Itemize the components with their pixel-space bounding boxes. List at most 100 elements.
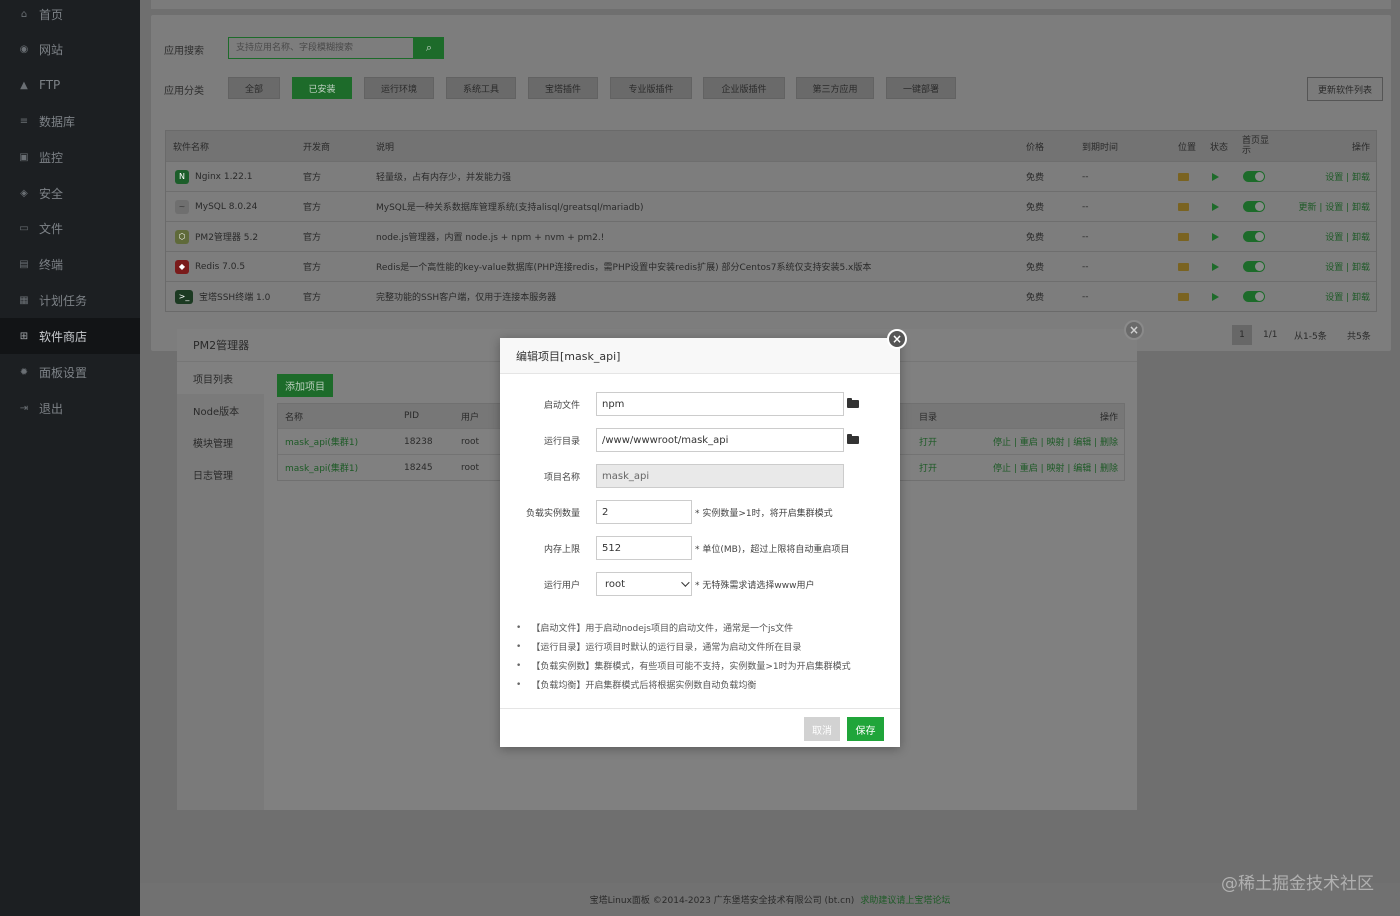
open-dir-link[interactable]: 打开 bbox=[919, 429, 937, 454]
start-file-label: 启动文件 bbox=[543, 400, 580, 411]
homepage-toggle[interactable] bbox=[1243, 192, 1265, 221]
table-row: N Nginx 1.22.1 官方 轻量级，占有内存少，并发能力强 免费 -- 设… bbox=[166, 161, 1376, 191]
col-ops: 操作 bbox=[1099, 412, 1118, 423]
sidebar-item-cron[interactable]: ▦ 计划任务 bbox=[0, 282, 140, 318]
sidebar-item-ftp[interactable]: ▲ FTP bbox=[0, 67, 140, 103]
col-expire: 到期时间 bbox=[1082, 142, 1119, 153]
category-all[interactable]: 全部 bbox=[228, 77, 280, 99]
memory-input[interactable]: 512 bbox=[596, 536, 692, 560]
category-label: 应用分类 bbox=[164, 86, 204, 97]
folder-open-icon[interactable] bbox=[847, 398, 859, 408]
category-bt-plugins[interactable]: 宝塔插件 bbox=[528, 77, 598, 99]
mysql-icon: ~ bbox=[175, 199, 189, 214]
folder-icon[interactable] bbox=[1178, 282, 1189, 311]
homepage-toggle[interactable] bbox=[1243, 252, 1265, 281]
start-file-input[interactable]: npm bbox=[596, 392, 844, 416]
sidebar-item-label: 面板设置 bbox=[39, 365, 88, 380]
play-icon[interactable] bbox=[1212, 222, 1219, 251]
sidebar-item-settings[interactable]: ✹ 面板设置 bbox=[0, 354, 140, 390]
help-tips: 【启动文件】用于启动nodejs项目的启动文件，通常是一个js文件 【运行目录】… bbox=[516, 618, 886, 694]
row-ops[interactable]: 设置 | 卸载 bbox=[1325, 282, 1370, 311]
row-ops[interactable]: 更新 | 设置 | 卸载 bbox=[1298, 192, 1370, 221]
cancel-button[interactable]: 取消 bbox=[804, 717, 840, 741]
sidebar-item-website[interactable]: ◉ 网站 bbox=[0, 31, 140, 67]
sidebar-item-monitor[interactable]: ▣ 监控 bbox=[0, 139, 140, 175]
calendar-icon: ▦ bbox=[19, 294, 29, 306]
software-name: PM2管理器 5.2 bbox=[195, 233, 259, 243]
category-installed[interactable]: 已安装 bbox=[292, 77, 352, 99]
category-third-party[interactable]: 第三方应用 bbox=[796, 77, 874, 99]
project-name-input: mask_api bbox=[596, 464, 844, 488]
project-name[interactable]: mask_api(集群1) bbox=[285, 455, 358, 480]
row-ops[interactable]: 停止 | 重启 | 映射 | 编辑 | 删除 bbox=[993, 455, 1118, 480]
homepage-toggle[interactable] bbox=[1243, 162, 1265, 191]
folder-icon[interactable] bbox=[1178, 252, 1189, 281]
open-dir-link[interactable]: 打开 bbox=[919, 455, 937, 480]
pager-total: 共5条 bbox=[1347, 331, 1371, 342]
category-pro-plugins[interactable]: 专业版插件 bbox=[610, 77, 692, 99]
col-user: 用户 bbox=[461, 412, 480, 423]
add-project-button[interactable]: 添加项目 bbox=[277, 374, 333, 397]
save-button[interactable]: 保存 bbox=[847, 717, 884, 741]
folder-icon[interactable] bbox=[1178, 162, 1189, 191]
row-ops[interactable]: 停止 | 重启 | 映射 | 编辑 | 删除 bbox=[993, 429, 1118, 454]
row-ops[interactable]: 设置 | 卸载 bbox=[1325, 162, 1370, 191]
pm2-close-button[interactable]: × bbox=[1124, 320, 1144, 340]
pm2-tab-projects[interactable]: 项目列表 bbox=[177, 362, 264, 394]
top-strip bbox=[151, 0, 1391, 9]
project-pid: 18245 bbox=[404, 462, 433, 473]
project-name-row: 项目名称 mask_api bbox=[500, 464, 900, 488]
play-icon[interactable] bbox=[1212, 192, 1219, 221]
row-ops[interactable]: 设置 | 卸载 bbox=[1325, 252, 1370, 281]
software-expire: -- bbox=[1082, 171, 1089, 182]
pm2-tab-logs[interactable]: 日志管理 bbox=[177, 458, 264, 490]
folder-icon[interactable] bbox=[1178, 192, 1189, 221]
col-pid: PID bbox=[404, 411, 420, 421]
category-enterprise-plugins[interactable]: 企业版插件 bbox=[703, 77, 785, 99]
sidebar-item-home[interactable]: ⌂ 首页 bbox=[0, 0, 140, 32]
run-dir-row: 运行目录 /www/wwwroot/mask_api bbox=[500, 428, 900, 452]
project-name[interactable]: mask_api(集群1) bbox=[285, 429, 358, 454]
sidebar-item-files[interactable]: ▭ 文件 bbox=[0, 210, 140, 246]
instances-input[interactable]: 2 bbox=[596, 500, 692, 524]
run-user-label: 运行用户 bbox=[543, 580, 580, 591]
play-icon[interactable] bbox=[1212, 162, 1219, 191]
monitor-icon: ▣ bbox=[19, 151, 29, 163]
database-icon: ≡ bbox=[19, 115, 29, 127]
category-runtime[interactable]: 运行环境 bbox=[364, 77, 434, 99]
sidebar-item-security[interactable]: ◈ 安全 bbox=[0, 175, 140, 211]
sidebar-item-database[interactable]: ≡ 数据库 bbox=[0, 103, 140, 139]
search-input[interactable]: 支持应用名称、字段模糊搜索 bbox=[228, 37, 414, 59]
folder-open-icon[interactable] bbox=[847, 434, 859, 444]
homepage-toggle[interactable] bbox=[1243, 282, 1265, 311]
sidebar-item-logout[interactable]: ⇥ 退出 bbox=[0, 390, 140, 426]
pm2-icon: ⬡ bbox=[175, 229, 189, 244]
col-desc: 说明 bbox=[376, 142, 395, 153]
pager-current[interactable]: 1 bbox=[1232, 325, 1252, 345]
search-button[interactable]: ⌕ bbox=[414, 37, 444, 59]
footer-forum-link[interactable]: 求助建议请上宝塔论坛 bbox=[860, 893, 950, 906]
pm2-tab-modules[interactable]: 模块管理 bbox=[177, 426, 264, 458]
update-list-button[interactable]: 更新软件列表 bbox=[1307, 77, 1383, 101]
sidebar-item-label: FTP bbox=[39, 78, 61, 92]
homepage-toggle[interactable] bbox=[1243, 222, 1265, 251]
folder-icon[interactable] bbox=[1178, 222, 1189, 251]
play-icon[interactable] bbox=[1212, 252, 1219, 281]
pm2-tab-node-version[interactable]: Node版本 bbox=[177, 394, 264, 426]
row-ops[interactable]: 设置 | 卸载 bbox=[1325, 222, 1370, 251]
tip-item: 【启动文件】用于启动nodejs项目的启动文件，通常是一个js文件 bbox=[516, 618, 886, 637]
play-icon[interactable] bbox=[1212, 282, 1219, 311]
project-pid: 18238 bbox=[404, 436, 433, 447]
sidebar-item-label: 首页 bbox=[39, 7, 64, 22]
run-dir-input[interactable]: /www/wwwroot/mask_api bbox=[596, 428, 844, 452]
software-expire: -- bbox=[1082, 201, 1089, 212]
category-one-click[interactable]: 一键部署 bbox=[886, 77, 956, 99]
sidebar-item-terminal[interactable]: ▤ 终端 bbox=[0, 246, 140, 282]
run-user-select[interactable]: root bbox=[596, 572, 692, 596]
software-name: 宝塔SSH终端 1.0 bbox=[199, 293, 271, 303]
grid-icon: ⊞ bbox=[19, 330, 29, 342]
sidebar-item-store[interactable]: ⊞ 软件商店 bbox=[0, 318, 140, 354]
col-dev: 开发商 bbox=[303, 142, 331, 153]
category-system-tools[interactable]: 系统工具 bbox=[446, 77, 516, 99]
dialog-close-button[interactable]: × bbox=[887, 329, 907, 349]
